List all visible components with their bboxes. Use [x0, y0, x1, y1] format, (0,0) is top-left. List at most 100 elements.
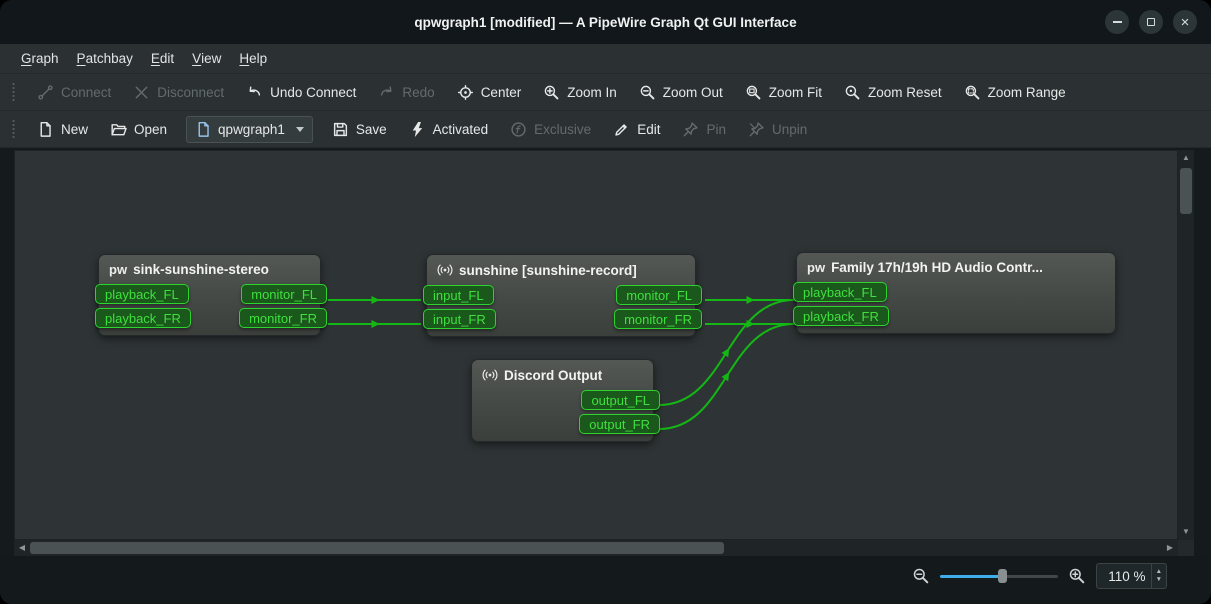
port-playback-fr[interactable]: playback_FR	[95, 308, 191, 328]
spin-up-icon[interactable]: ▲	[1156, 569, 1162, 576]
port-playback-fr[interactable]: playback_FR	[793, 306, 889, 326]
zoom-slider-handle[interactable]	[998, 569, 1007, 583]
undo-connect-button[interactable]: Undo Connect	[237, 78, 365, 107]
zoom-slider[interactable]	[940, 566, 1058, 586]
zoom-range-label: Zoom Range	[988, 85, 1066, 100]
titlebar[interactable]: qpwgraph1 [modified] — A PipeWire Graph …	[0, 0, 1211, 44]
close-button[interactable]: ×	[1173, 10, 1197, 34]
zoom-range-icon	[964, 84, 981, 101]
port-monitor-fr[interactable]: monitor_FR	[614, 309, 702, 329]
scroll-down-icon[interactable]: ▼	[1178, 524, 1194, 540]
zoom-in-button[interactable]: Zoom In	[534, 78, 626, 107]
toolbar-handle[interactable]	[11, 118, 16, 140]
pin-button[interactable]: Pin	[673, 115, 735, 144]
center-button[interactable]: Center	[448, 78, 531, 107]
scroll-left-icon[interactable]: ◀	[14, 540, 30, 556]
horizontal-scroll-thumb[interactable]	[30, 542, 724, 554]
unpin-button[interactable]: Unpin	[739, 115, 816, 144]
connect-label: Connect	[61, 85, 111, 100]
zoom-fit-button[interactable]: Zoom Fit	[736, 78, 831, 107]
window-controls: ×	[1105, 10, 1197, 34]
patchbay-combobox[interactable]: qpwgraph1	[186, 116, 313, 143]
pipewire-icon: pw	[109, 262, 127, 277]
connection-wire[interactable]	[659, 324, 794, 429]
unpin-icon	[748, 121, 765, 138]
patchbay-file-icon	[195, 121, 212, 138]
minimize-button[interactable]	[1105, 10, 1129, 34]
connection-arrow-icon	[747, 296, 755, 304]
zoom-out-icon	[639, 84, 656, 101]
node-title: sunshine [sunshine-record]	[459, 263, 637, 278]
connect-button[interactable]: Connect	[28, 78, 120, 107]
horizontal-scrollbar[interactable]: ◀ ▶	[14, 540, 1178, 556]
port-output-fl[interactable]: output_FL	[581, 390, 660, 410]
connection-arrow-icon	[722, 346, 733, 357]
new-button[interactable]: New	[28, 115, 97, 144]
open-label: Open	[134, 122, 167, 137]
port-input-fl[interactable]: input_FL	[423, 285, 494, 305]
menu-view[interactable]: View	[183, 44, 230, 73]
menu-graph[interactable]: Graph	[12, 44, 68, 73]
port-monitor-fl[interactable]: monitor_FL	[616, 285, 702, 305]
edit-label: Edit	[637, 122, 660, 137]
menu-patchbay[interactable]: Patchbay	[68, 44, 142, 73]
pin-label: Pin	[706, 122, 726, 137]
vertical-scroll-thumb[interactable]	[1180, 168, 1192, 214]
port-monitor-fr[interactable]: monitor_FR	[239, 308, 327, 328]
exclusive-button[interactable]: Exclusive	[501, 115, 600, 144]
connection-arrow-icon	[372, 320, 380, 328]
disconnect-label: Disconnect	[157, 85, 224, 100]
maximize-button[interactable]	[1139, 10, 1163, 34]
undo-connect-label: Undo Connect	[270, 85, 356, 100]
scrollbar-corner	[1178, 540, 1194, 556]
scroll-up-icon[interactable]: ▲	[1178, 150, 1194, 166]
zoom-reset-button[interactable]: Zoom Reset	[835, 78, 951, 107]
disconnect-icon	[133, 84, 150, 101]
ports-row: output_FL output_FR	[472, 387, 653, 441]
ports-row: input_FL input_FR monitor_FL monitor_FR	[427, 282, 695, 336]
edit-button[interactable]: Edit	[604, 115, 669, 144]
patchbay-combobox-value: qpwgraph1	[218, 122, 285, 137]
zoom-out-label: Zoom Out	[663, 85, 723, 100]
zoom-in-label: Zoom In	[567, 85, 617, 100]
node-title: Family 17h/19h HD Audio Contr...	[831, 260, 1043, 275]
node-sink-sunshine-stereo[interactable]: pw sink-sunshine-stereo playback_FL play…	[98, 254, 321, 336]
vertical-scrollbar[interactable]: ▲ ▼	[1178, 150, 1194, 540]
zoom-fit-icon	[745, 84, 762, 101]
port-playback-fl[interactable]: playback_FL	[95, 284, 189, 304]
redo-button[interactable]: Redo	[369, 78, 443, 107]
zoom-out-button[interactable]: Zoom Out	[630, 78, 732, 107]
activated-button[interactable]: Activated	[400, 115, 498, 144]
zoom-in-icon[interactable]	[1068, 567, 1086, 585]
open-folder-icon	[110, 121, 127, 138]
toolbar-handle[interactable]	[11, 81, 16, 103]
zoom-value-input[interactable]	[1097, 564, 1151, 588]
spin-arrows: ▲ ▼	[1151, 564, 1166, 588]
window-title: qpwgraph1 [modified] — A PipeWire Graph …	[414, 15, 796, 30]
port-output-fr[interactable]: output_FR	[579, 414, 660, 434]
node-family-hd-audio[interactable]: pw Family 17h/19h HD Audio Contr... play…	[796, 252, 1116, 334]
save-button[interactable]: Save	[323, 115, 396, 144]
redo-icon	[378, 84, 395, 101]
port-playback-fl[interactable]: playback_FL	[793, 282, 887, 302]
graph-canvas[interactable]: pw sink-sunshine-stereo playback_FL play…	[14, 150, 1178, 540]
spin-down-icon[interactable]: ▼	[1156, 577, 1162, 584]
open-button[interactable]: Open	[101, 115, 176, 144]
zoom-range-button[interactable]: Zoom Range	[955, 78, 1075, 107]
save-label: Save	[356, 122, 387, 137]
node-sunshine[interactable]: sunshine [sunshine-record] input_FL inpu…	[426, 254, 696, 337]
menu-help[interactable]: Help	[230, 44, 276, 73]
zoom-out-icon[interactable]	[912, 567, 930, 585]
connection-arrow-icon	[747, 320, 755, 328]
zoom-spinbox: ▲ ▼	[1096, 563, 1167, 589]
toolbar-graph: Connect Disconnect Undo Connect Redo Cen…	[0, 74, 1211, 111]
port-input-fr[interactable]: input_FR	[423, 309, 496, 329]
scroll-right-icon[interactable]: ▶	[1162, 540, 1178, 556]
center-icon	[457, 84, 474, 101]
graph-view: pw sink-sunshine-stereo playback_FL play…	[14, 150, 1194, 556]
disconnect-button[interactable]: Disconnect	[124, 78, 233, 107]
node-discord-output[interactable]: Discord Output output_FL output_FR	[471, 359, 654, 442]
menu-edit[interactable]: Edit	[142, 44, 183, 73]
port-monitor-fl[interactable]: monitor_FL	[241, 284, 327, 304]
node-header: pw sink-sunshine-stereo	[99, 255, 320, 281]
